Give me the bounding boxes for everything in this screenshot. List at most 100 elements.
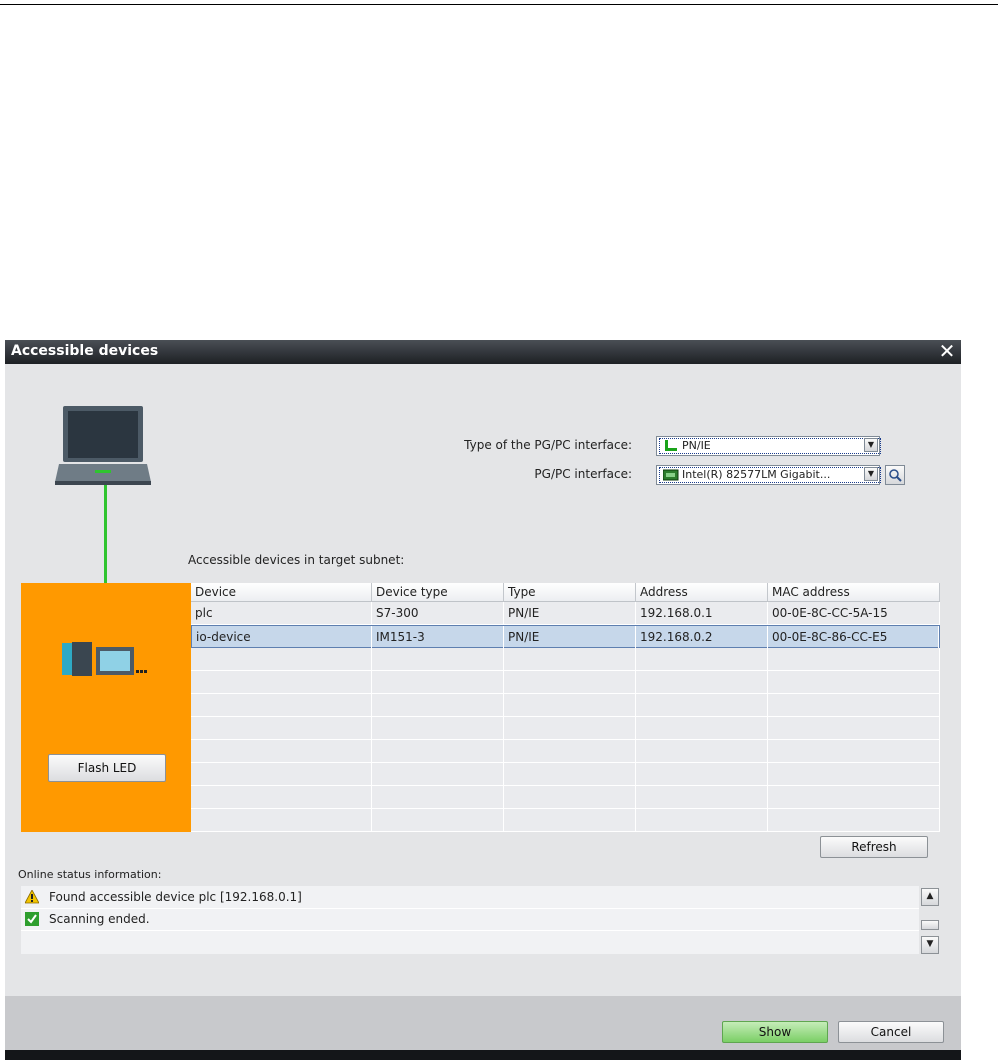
- magnifier-icon: [889, 469, 902, 482]
- target-subnet-label: Accessible devices in target subnet:: [188, 553, 405, 567]
- status-message: Found accessible device plc [192.168.0.1…: [49, 890, 302, 904]
- dialog-titlebar[interactable]: Accessible devices ✕: [5, 340, 961, 364]
- mac-address-cell: 00-0E-8C-CC-5A-15: [768, 602, 940, 624]
- scroll-up-icon[interactable]: ▲: [921, 888, 939, 906]
- empty-cell: [372, 763, 504, 785]
- scroll-down-icon[interactable]: ▼: [921, 936, 939, 954]
- pg-pc-interface-select[interactable]: Intel(R) 82577LM Gigabit... ▼: [656, 465, 881, 485]
- empty-cell: [191, 717, 372, 739]
- empty-cell: [191, 648, 372, 670]
- empty-cell: [504, 786, 636, 808]
- device-type-cell: S7-300: [372, 602, 504, 624]
- table-row-empty[interactable]: [191, 648, 940, 671]
- table-row-empty[interactable]: [191, 694, 940, 717]
- empty-cell: [372, 648, 504, 670]
- refresh-button-label: Refresh: [851, 840, 897, 854]
- list-item[interactable]: Scanning ended.: [21, 908, 919, 931]
- device-type-cell: IM151-3: [372, 626, 504, 648]
- table-row-empty[interactable]: [191, 671, 940, 694]
- refresh-button[interactable]: Refresh: [820, 836, 928, 858]
- empty-cell: [768, 671, 940, 693]
- empty-cell: [504, 717, 636, 739]
- dialog-title: Accessible devices: [11, 343, 159, 359]
- empty-cell: [768, 694, 940, 716]
- accessible-devices-dialog: Accessible devices ✕ Type of the PG/PC i…: [5, 340, 961, 1060]
- empty-cell: [372, 694, 504, 716]
- table-row-empty[interactable]: [191, 763, 940, 786]
- dialog-bottom-border: [5, 1050, 961, 1060]
- list-item[interactable]: Found accessible device plc [192.168.0.1…: [21, 886, 919, 909]
- device-name-cell: plc: [191, 602, 372, 624]
- empty-cell: [191, 786, 372, 808]
- empty-cell: [372, 671, 504, 693]
- type-cell: PN/IE: [504, 602, 636, 624]
- empty-cell: [504, 694, 636, 716]
- cancel-button[interactable]: Cancel: [838, 1021, 944, 1043]
- empty-cell: [504, 648, 636, 670]
- table-row-empty[interactable]: [191, 786, 940, 809]
- empty-cell: [768, 648, 940, 670]
- flash-led-button[interactable]: Flash LED: [48, 754, 166, 782]
- empty-cell: [504, 740, 636, 762]
- empty-cell: [768, 809, 940, 831]
- empty-cell: [372, 786, 504, 808]
- target-device-panel: Flash LED: [21, 583, 191, 832]
- status-message: Scanning ended.: [49, 912, 150, 926]
- empty-cell: [504, 809, 636, 831]
- page-top-rule: [0, 4, 998, 5]
- show-button-label: Show: [758, 1025, 792, 1039]
- show-button[interactable]: Show: [722, 1021, 828, 1043]
- interface-properties-button[interactable]: [885, 465, 905, 485]
- online-status-label: Online status information:: [18, 868, 162, 881]
- empty-cell: [636, 694, 768, 716]
- pg-pc-interface-label: PG/PC interface:: [534, 467, 632, 481]
- column-header-device-type[interactable]: Device type: [372, 583, 504, 602]
- list-item: [21, 930, 919, 952]
- pg-pc-interface-type-select[interactable]: PN/IE ▼: [656, 436, 881, 456]
- table-row-empty[interactable]: [191, 717, 940, 740]
- table-row[interactable]: plc S7-300 PN/IE 192.168.0.1 00-0E-8C-CC…: [191, 602, 940, 625]
- online-status-list: Found accessible device plc [192.168.0.1…: [21, 886, 919, 954]
- pg-pc-interface-type-label: Type of the PG/PC interface:: [464, 438, 632, 452]
- table-row-empty[interactable]: [191, 809, 940, 832]
- empty-cell: [191, 809, 372, 831]
- empty-cell: [372, 809, 504, 831]
- empty-cell: [191, 694, 372, 716]
- empty-cell: [636, 809, 768, 831]
- network-card-icon: [663, 469, 679, 481]
- pg-pc-laptop-icon: [55, 406, 151, 485]
- status-scrollbar[interactable]: ▲ ▼: [921, 886, 939, 954]
- empty-cell: [768, 763, 940, 785]
- empty-cell: [504, 671, 636, 693]
- empty-cell: [504, 763, 636, 785]
- empty-cell: [636, 763, 768, 785]
- address-cell: 192.168.0.1: [636, 602, 768, 624]
- column-header-type[interactable]: Type: [504, 583, 636, 602]
- chevron-down-icon[interactable]: ▼: [864, 438, 878, 452]
- table-row-empty[interactable]: [191, 740, 940, 763]
- close-icon[interactable]: ✕: [937, 341, 957, 361]
- accessible-devices-table: Device Device type Type Address MAC addr…: [191, 583, 940, 832]
- cancel-button-label: Cancel: [870, 1025, 912, 1039]
- warning-icon: [25, 890, 39, 904]
- empty-cell: [636, 648, 768, 670]
- table-row-selected[interactable]: io-device IM151-3 PN/IE 192.168.0.2 00-0…: [191, 625, 940, 648]
- empty-cell: [768, 740, 940, 762]
- pg-pc-interface-type-value: PN/IE: [682, 439, 711, 452]
- column-header-device[interactable]: Device: [191, 583, 372, 602]
- empty-cell: [768, 786, 940, 808]
- column-header-address[interactable]: Address: [636, 583, 768, 602]
- scroll-thumb[interactable]: [921, 920, 939, 930]
- empty-cell: [636, 740, 768, 762]
- check-icon: [25, 912, 39, 926]
- target-devices-icon: [62, 642, 147, 676]
- chevron-down-icon[interactable]: ▼: [864, 467, 878, 481]
- address-cell: 192.168.0.2: [636, 626, 768, 648]
- empty-cell: [636, 671, 768, 693]
- mac-address-cell: 00-0E-8C-86-CC-E5: [768, 626, 939, 648]
- column-header-mac-address[interactable]: MAC address: [768, 583, 940, 602]
- type-cell: PN/IE: [504, 626, 636, 648]
- empty-cell: [768, 717, 940, 739]
- empty-cell: [636, 786, 768, 808]
- pn-ie-network-icon: [665, 440, 677, 451]
